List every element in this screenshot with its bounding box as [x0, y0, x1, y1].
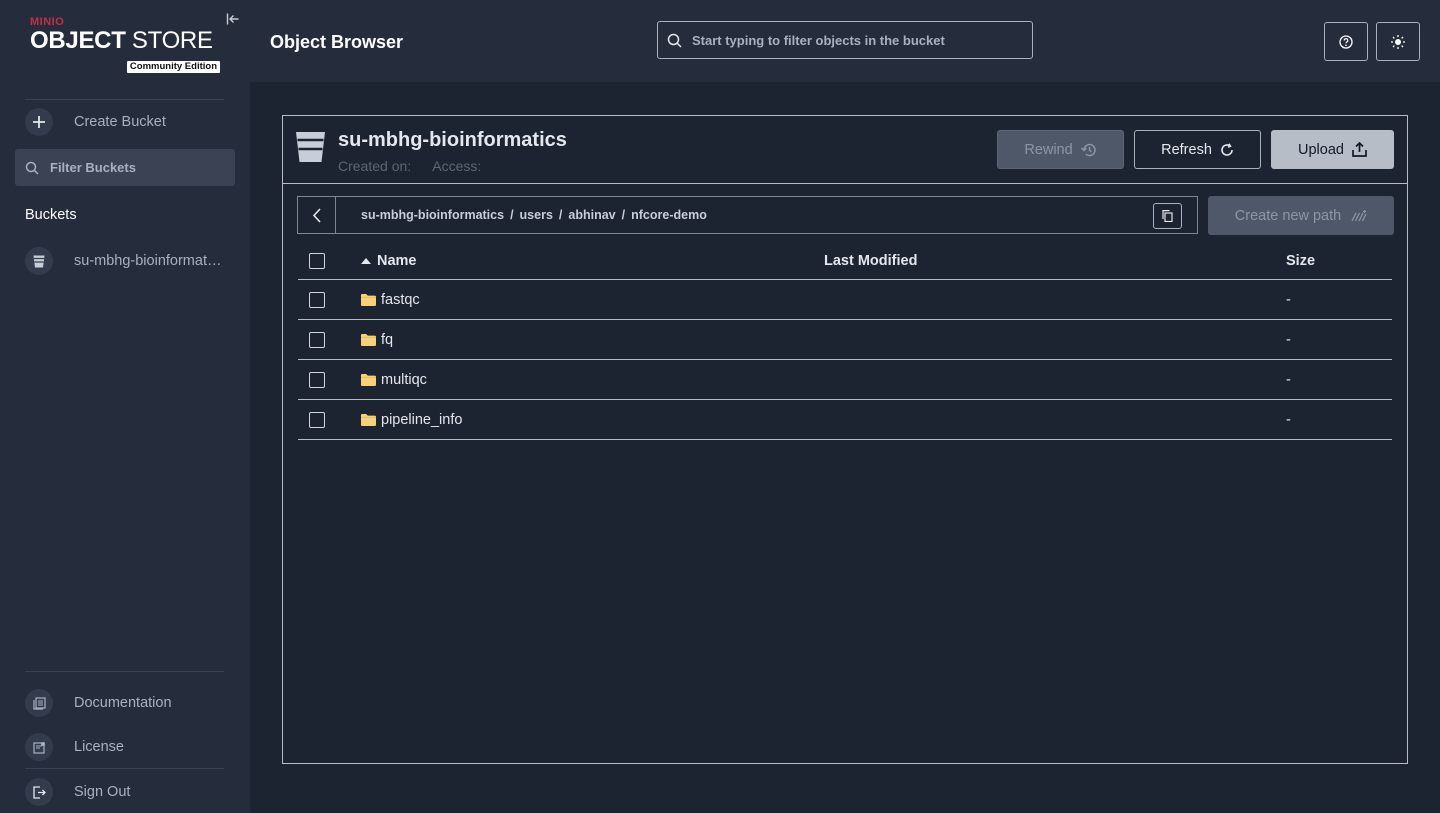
plus-icon	[25, 108, 53, 136]
theme-toggle-button[interactable]	[1376, 22, 1420, 61]
breadcrumb: su-mbhg-bioinformatics / users / abhinav…	[297, 196, 1198, 234]
chevron-left-icon	[312, 207, 321, 223]
filter-buckets-input[interactable]	[50, 160, 220, 175]
object-name-cell[interactable]: fq	[361, 332, 393, 348]
object-size-cell: -	[1286, 372, 1291, 388]
sidebar-item-license[interactable]: License	[25, 733, 235, 761]
breadcrumb-separator: /	[510, 208, 514, 222]
filter-buckets-field[interactable]	[15, 149, 235, 186]
logo-edition-badge: Community Edition	[126, 61, 220, 73]
select-all-checkbox[interactable]	[309, 253, 325, 269]
folder-icon	[361, 374, 376, 386]
breadcrumb-separator: /	[558, 208, 563, 222]
name-column-header[interactable]: Name	[361, 253, 417, 269]
new-path-icon	[1351, 209, 1367, 221]
object-name-cell[interactable]: multiqc	[361, 372, 427, 388]
documentation-icon	[25, 689, 53, 717]
folder-icon	[361, 414, 376, 426]
sort-ascending-icon	[361, 258, 371, 264]
create-new-path-button[interactable]: Create new path	[1208, 196, 1394, 235]
sign-out-icon	[25, 778, 53, 806]
refresh-label: Refresh	[1161, 141, 1212, 158]
sidebar-item-sign-out[interactable]: Sign Out	[25, 778, 235, 806]
refresh-button[interactable]: Refresh	[1134, 130, 1261, 169]
bucket-header: su-mbhg-bioinformatics Created on: Acces…	[283, 116, 1407, 184]
object-search-field[interactable]	[657, 21, 1033, 59]
create-bucket-button[interactable]: Create Bucket	[25, 108, 235, 136]
bucket-panel: su-mbhg-bioinformatics Created on: Acces…	[282, 115, 1408, 764]
history-icon	[1080, 143, 1096, 156]
search-icon	[667, 33, 682, 48]
bucket-icon	[296, 132, 325, 167]
folder-icon	[361, 334, 376, 346]
access-label: Access:	[432, 158, 482, 174]
sidebar: MINIO OBJECT STORE Community Edition Cre…	[0, 0, 250, 813]
bucket-name: su-mbhg-bioinformatics	[338, 129, 567, 151]
object-size-cell: -	[1286, 412, 1291, 428]
buckets-heading: Buckets	[25, 207, 77, 223]
refresh-icon	[1221, 142, 1233, 156]
breadcrumb-item[interactable]: users	[520, 208, 553, 222]
row-checkbox[interactable]	[309, 412, 325, 428]
sidebar-divider	[25, 99, 224, 100]
license-label: License	[74, 739, 124, 755]
upload-label: Upload	[1298, 141, 1344, 158]
sidebar-divider	[25, 768, 224, 769]
sidebar-item-documentation[interactable]: Documentation	[25, 689, 235, 717]
search-icon	[25, 161, 39, 175]
sidebar-bucket-label: su-mbhg-bioinformatics	[74, 253, 224, 269]
back-button[interactable]	[298, 197, 336, 233]
collapse-sidebar-icon[interactable]	[226, 12, 240, 26]
row-checkbox[interactable]	[309, 332, 325, 348]
folder-icon	[361, 294, 376, 306]
create-new-path-label: Create new path	[1234, 207, 1342, 224]
license-icon	[25, 733, 53, 761]
breadcrumb-path: su-mbhg-bioinformatics / users / abhinav…	[361, 208, 707, 222]
rewind-button[interactable]: Rewind	[997, 130, 1124, 169]
table-row[interactable]: fastqc -	[298, 280, 1392, 320]
created-on-label: Created on:	[338, 158, 412, 174]
objects-table: Name Last Modified Size fastqc - fq - mu…	[298, 242, 1392, 440]
row-checkbox[interactable]	[309, 372, 325, 388]
table-row[interactable]: multiqc -	[298, 360, 1392, 400]
bucket-icon	[25, 247, 53, 275]
object-size-cell: -	[1286, 292, 1291, 308]
help-button[interactable]	[1324, 22, 1368, 61]
breadcrumb-item[interactable]: abhinav	[568, 208, 615, 222]
object-size-cell: -	[1286, 332, 1291, 348]
breadcrumb-item[interactable]: su-mbhg-bioinformatics	[361, 208, 504, 222]
sidebar-item-bucket[interactable]: su-mbhg-bioinformatics	[25, 247, 235, 275]
copy-path-button[interactable]	[1153, 203, 1182, 229]
rewind-label: Rewind	[1024, 141, 1073, 158]
sign-out-label: Sign Out	[74, 784, 131, 800]
table-row[interactable]: fq -	[298, 320, 1392, 360]
documentation-label: Documentation	[74, 695, 172, 711]
last-modified-column-header[interactable]: Last Modified	[824, 253, 917, 269]
row-checkbox[interactable]	[309, 292, 325, 308]
breadcrumb-separator: /	[621, 208, 626, 222]
bucket-meta: Created on: Access:	[338, 158, 499, 174]
page-title: Object Browser	[270, 32, 404, 52]
copy-icon	[1162, 210, 1173, 222]
table-row[interactable]: pipeline_info -	[298, 400, 1392, 440]
sidebar-divider	[25, 671, 224, 672]
minio-logo[interactable]: MINIO OBJECT STORE Community Edition	[30, 17, 225, 77]
upload-button[interactable]: Upload	[1271, 130, 1394, 169]
create-bucket-label: Create Bucket	[74, 114, 166, 130]
breadcrumb-item[interactable]: nfcore-demo	[631, 208, 707, 222]
help-icon	[1339, 34, 1353, 49]
object-name-cell[interactable]: pipeline_info	[361, 412, 462, 428]
object-name-cell[interactable]: fastqc	[361, 292, 420, 308]
size-column-header[interactable]: Size	[1286, 253, 1315, 269]
upload-icon	[1352, 142, 1367, 157]
top-bar: Object Browser	[250, 0, 1440, 82]
logo-product: OBJECT STORE	[30, 27, 213, 54]
table-header-row: Name Last Modified Size	[298, 242, 1392, 280]
sun-icon	[1391, 34, 1405, 49]
object-search-input[interactable]	[692, 32, 1012, 48]
